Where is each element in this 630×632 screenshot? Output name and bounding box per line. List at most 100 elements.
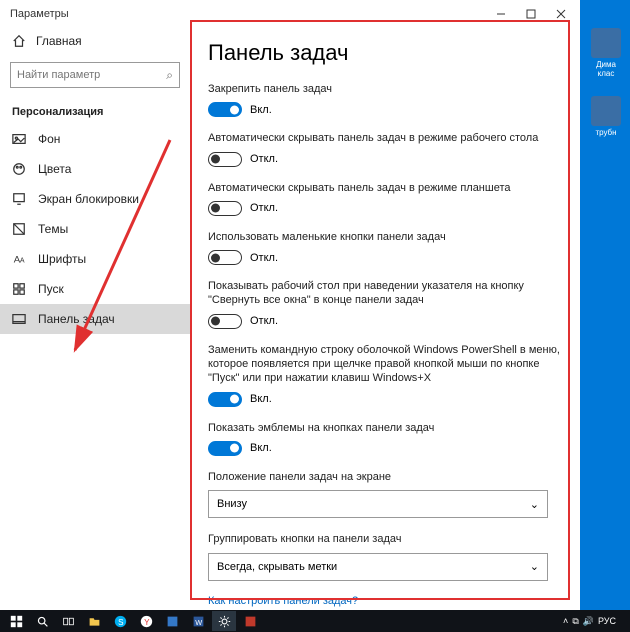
desktop-icon[interactable]: Дима клас [588, 28, 624, 78]
skype-button[interactable]: S [108, 611, 132, 631]
folder-icon [591, 96, 621, 126]
toggle-switch[interactable] [208, 201, 242, 216]
select-value: Внизу [217, 498, 247, 510]
sidebar-item-label: Фон [38, 132, 60, 146]
home-icon [12, 34, 26, 48]
sidebar-item-background[interactable]: Фон [0, 124, 190, 154]
toggle-state: Вкл. [250, 393, 272, 405]
settings-window: Параметры Главная ⌕ Персонализация Фон [0, 0, 580, 610]
toggle-setting: Показать эмблемы на кнопках панели задач… [208, 421, 562, 456]
sidebar-section-title: Персонализация [0, 96, 190, 124]
fonts-icon: AA [12, 252, 26, 266]
home-label: Главная [36, 34, 82, 48]
sidebar-item-label: Экран блокировки [38, 192, 139, 206]
setting-label: Показать эмблемы на кнопках панели задач [208, 421, 562, 435]
search-input[interactable] [17, 69, 166, 81]
sidebar-item-taskbar[interactable]: Панель задач [0, 304, 190, 334]
search-input-wrap[interactable]: ⌕ [10, 62, 180, 88]
toggle-switch[interactable] [208, 152, 242, 167]
svg-text:A: A [20, 258, 25, 265]
toggle-setting: Использовать маленькие кнопки панели зад… [208, 230, 562, 265]
sidebar-item-fonts[interactable]: AA Шрифты [0, 244, 190, 274]
start-button[interactable] [4, 611, 28, 631]
picture-icon [12, 132, 26, 146]
svg-text:S: S [118, 617, 124, 626]
search-button[interactable] [30, 611, 54, 631]
chevron-down-icon: ⌄ [530, 498, 539, 511]
tray-volume-icon[interactable]: 🔊 [583, 616, 594, 627]
toggle-state: Вкл. [250, 442, 272, 454]
select-value: Всегда, скрывать метки [217, 561, 337, 573]
titlebar: Параметры [0, 0, 580, 28]
setting-label: Положение панели задач на экране [208, 470, 562, 484]
sidebar-item-lockscreen[interactable]: Экран блокировки [0, 184, 190, 214]
search-icon: ⌕ [166, 68, 173, 83]
desktop-icon[interactable]: трубн [588, 96, 624, 137]
window-controls [486, 2, 576, 26]
sidebar-item-label: Темы [38, 222, 68, 236]
setting-label: Автоматически скрывать панель задач в ре… [208, 181, 562, 195]
setting-label: Закрепить панель задач [208, 82, 562, 96]
position-setting: Положение панели задач на экране Внизу ⌄ [208, 470, 562, 518]
content-pane[interactable]: Панель задач Закрепить панель задач Вкл. А… [190, 28, 580, 610]
app-button-2[interactable] [238, 611, 262, 631]
minimize-button[interactable] [486, 2, 516, 26]
setting-label: Показывать рабочий стол при наведении ук… [208, 279, 562, 308]
lockscreen-icon [12, 192, 26, 206]
settings-taskbar-button[interactable] [212, 611, 236, 631]
svg-text:W: W [195, 617, 202, 626]
group-setting: Группировать кнопки на панели задач Всег… [208, 532, 562, 580]
close-button[interactable] [546, 2, 576, 26]
system-tray[interactable]: ˄ ⧉ 🔊 РУС [563, 616, 626, 627]
group-select[interactable]: Всегда, скрывать метки ⌄ [208, 553, 548, 581]
toggle-setting: Автоматически скрывать панель задач в ре… [208, 181, 562, 216]
toggle-switch[interactable] [208, 250, 242, 265]
toggle-setting: Заменить командную строку оболочкой Wind… [208, 343, 562, 407]
sidebar-item-label: Пуск [38, 282, 64, 296]
sidebar: Главная ⌕ Персонализация Фон Цвета Экран… [0, 28, 190, 610]
word-button[interactable]: W [186, 611, 210, 631]
position-select[interactable]: Внизу ⌄ [208, 490, 548, 518]
sidebar-item-start[interactable]: Пуск [0, 274, 190, 304]
setting-label: Группировать кнопки на панели задач [208, 532, 562, 546]
chevron-down-icon: ⌄ [530, 560, 539, 573]
palette-icon [12, 162, 26, 176]
themes-icon [12, 222, 26, 236]
taskbar-icon [12, 312, 26, 326]
toggle-state: Вкл. [250, 104, 272, 116]
toggle-state: Откл. [250, 315, 278, 327]
tray-lang[interactable]: РУС [598, 616, 616, 626]
folder-icon [591, 28, 621, 58]
toggle-switch[interactable] [208, 314, 242, 329]
yandex-button[interactable]: Y [134, 611, 158, 631]
toggle-switch[interactable] [208, 441, 242, 456]
sidebar-item-themes[interactable]: Темы [0, 214, 190, 244]
sidebar-item-label: Шрифты [38, 252, 86, 266]
toggle-state: Откл. [250, 202, 278, 214]
toggle-switch[interactable] [208, 392, 242, 407]
sidebar-item-label: Панель задач [38, 312, 115, 326]
toggle-state: Откл. [250, 153, 278, 165]
toggle-setting: Показывать рабочий стол при наведении ук… [208, 279, 562, 329]
help-link[interactable]: Как настроить панели задач? [208, 595, 562, 607]
taskbar: S Y W ˄ ⧉ 🔊 РУС [0, 610, 630, 632]
toggle-switch[interactable] [208, 102, 242, 117]
explorer-button[interactable] [82, 611, 106, 631]
tray-chevron-icon[interactable]: ˄ [563, 616, 568, 626]
toggle-setting: Закрепить панель задач Вкл. [208, 82, 562, 117]
svg-text:Y: Y [144, 617, 150, 626]
setting-label: Использовать маленькие кнопки панели зад… [208, 230, 562, 244]
tray-network-icon[interactable]: ⧉ [572, 616, 578, 627]
window-title: Параметры [4, 8, 69, 20]
app-button[interactable] [160, 611, 184, 631]
sidebar-item-label: Цвета [38, 162, 71, 176]
toggle-setting: Автоматически скрывать панель задач в ре… [208, 131, 562, 166]
page-title: Панель задач [208, 40, 562, 66]
toggle-state: Откл. [250, 252, 278, 264]
setting-label: Заменить командную строку оболочкой Wind… [208, 343, 562, 386]
taskview-button[interactable] [56, 611, 80, 631]
home-button[interactable]: Главная [0, 28, 190, 54]
sidebar-item-colors[interactable]: Цвета [0, 154, 190, 184]
maximize-button[interactable] [516, 2, 546, 26]
window-body: Главная ⌕ Персонализация Фон Цвета Экран… [0, 28, 580, 610]
